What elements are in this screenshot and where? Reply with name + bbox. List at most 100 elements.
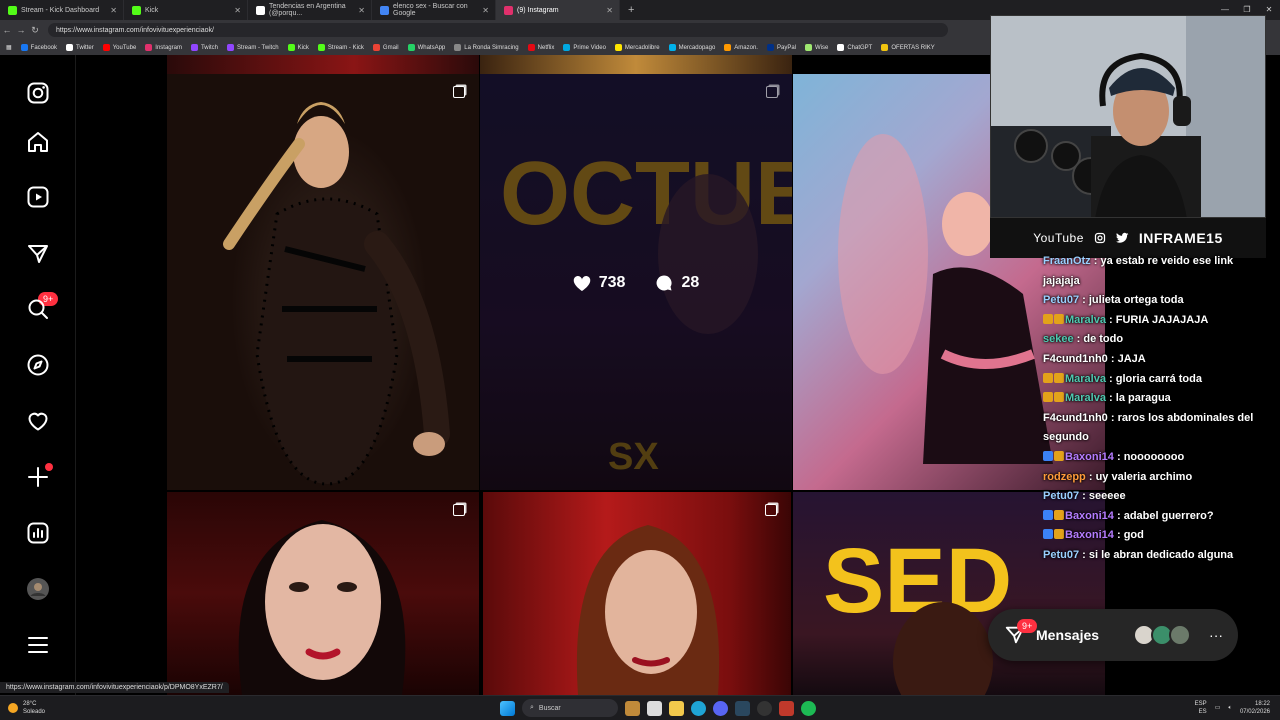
comments-stat: 28 <box>655 274 699 292</box>
address-bar[interactable]: https://www.instagram.com/infovivituexpe… <box>48 23 948 37</box>
bookmark-item[interactable]: Mercadopago <box>668 44 715 51</box>
chat-badge-icon <box>1054 529 1064 540</box>
bookmark-item[interactable]: Twitter <box>66 44 94 51</box>
home-icon[interactable] <box>24 128 52 156</box>
obs-icon[interactable] <box>757 700 772 716</box>
post-thumbnail-hovered[interactable]: OCTUBRE SX 738 28 <box>480 74 792 490</box>
chat-username[interactable]: F4cund1nh0 <box>1043 412 1108 424</box>
chat-username[interactable]: FraanOtz <box>1043 255 1091 267</box>
edge-icon[interactable] <box>691 700 706 716</box>
spotify-icon[interactable] <box>801 700 816 716</box>
reels-icon[interactable] <box>24 183 52 211</box>
screen: Stream - Kick Dashboard ✕ Kick ✕ Tendencia… <box>0 0 1280 720</box>
close-icon[interactable]: ✕ <box>234 6 241 15</box>
bookmark-favicon-icon <box>454 44 462 51</box>
discord-icon[interactable] <box>713 700 728 716</box>
bookmark-item[interactable]: Twitch <box>190 44 218 51</box>
volume-icon[interactable]: 🔈︎ <box>1228 704 1232 712</box>
bookmark-item[interactable]: Facebook <box>20 44 57 51</box>
bookmark-favicon-icon <box>66 44 74 51</box>
comment-icon <box>657 275 672 291</box>
chat-message: Baxoni14 : god <box>1043 526 1263 546</box>
chat-username[interactable]: Maralva <box>1065 392 1106 404</box>
notifications-icon[interactable] <box>24 407 52 435</box>
chat-username[interactable]: Baxoni14 <box>1065 510 1114 522</box>
bookmark-item[interactable]: PayPal <box>766 44 796 51</box>
app-icon[interactable] <box>779 700 794 716</box>
bookmark-item[interactable]: La Ronda Simracing <box>454 44 519 51</box>
tab-x-trends[interactable]: Tendencias en Argentina (@porqu... ✕ <box>248 0 372 20</box>
post-thumbnail[interactable] <box>483 492 791 695</box>
dashboard-icon[interactable] <box>24 519 52 547</box>
bookmark-item[interactable]: Amazon. <box>724 44 758 51</box>
reload-icon[interactable]: ↻ <box>28 25 42 36</box>
chat-text: god <box>1123 529 1144 542</box>
close-icon[interactable]: ✕ <box>606 6 613 15</box>
weather-widget[interactable]: 28°C Soleado <box>8 700 45 716</box>
bookmark-item[interactable]: Stream - Twitch <box>226 44 279 51</box>
network-icon[interactable]: ▭ <box>1215 704 1221 712</box>
apps-icon[interactable]: ▦ <box>6 44 12 51</box>
steam-icon[interactable] <box>735 700 750 716</box>
file-explorer-icon[interactable] <box>669 700 684 716</box>
chat-username[interactable]: Maralva <box>1065 373 1106 385</box>
post-thumbnail[interactable] <box>167 492 479 695</box>
bookmark-item[interactable]: Gmail <box>372 44 399 51</box>
chat-username[interactable]: sekee <box>1043 333 1074 345</box>
messages-button[interactable]: Mensajes ··· <box>988 609 1238 661</box>
tab-google-search[interactable]: elenco sex - Buscar con Google ✕ <box>372 0 496 20</box>
sun-icon <box>8 703 18 713</box>
bookmark-item[interactable]: Mercadolibre <box>614 44 660 51</box>
messages-label: Mensajes <box>1036 627 1100 643</box>
chat-message: Maralva : FURIA JAJAJAJA <box>1043 311 1263 331</box>
tab-instagram[interactable]: (9) Instagram ✕ <box>496 0 620 20</box>
close-icon[interactable]: ✕ <box>110 6 117 15</box>
bookmark-item[interactable]: Wise <box>805 44 828 51</box>
bookmark-item[interactable]: Prime Video <box>563 44 606 51</box>
chat-username[interactable]: Petu07 <box>1043 490 1079 502</box>
forward-icon[interactable]: → <box>14 25 28 35</box>
bookmark-item[interactable]: OFERTAS RIKY <box>881 44 935 51</box>
more-icon[interactable]: ··· <box>1209 627 1223 643</box>
windows-start-icon[interactable] <box>500 700 515 716</box>
create-icon[interactable] <box>24 463 52 491</box>
explore-icon[interactable] <box>24 351 52 379</box>
bookmark-item[interactable]: Kick <box>287 44 309 51</box>
bookmark-item[interactable]: Stream - Kick <box>317 44 364 51</box>
post-row-previous[interactable] <box>480 55 792 74</box>
profile-avatar[interactable] <box>24 575 52 603</box>
chat-username[interactable]: rodzepp <box>1043 471 1086 483</box>
bookmark-item[interactable]: WhatsApp <box>407 44 445 51</box>
chat-message: sekee : de todo <box>1043 333 1124 346</box>
bookmark-item[interactable]: ChatGPT <box>837 44 872 51</box>
x-favicon-icon <box>256 5 265 15</box>
menu-icon[interactable] <box>24 631 52 659</box>
system-tray: ESP ES ▭ 🔈︎ 18:22 07/02/2026 <box>1194 701 1270 715</box>
post-thumbnail[interactable] <box>167 74 479 490</box>
post-row-previous[interactable] <box>167 55 479 74</box>
new-tab-button[interactable]: + <box>620 4 642 16</box>
bookmark-item[interactable]: Netflix <box>527 44 554 51</box>
search-icon[interactable] <box>24 295 52 323</box>
bookmark-item[interactable]: YouTube <box>102 44 136 51</box>
instagram-logo-icon[interactable] <box>24 79 52 107</box>
task-view-icon[interactable] <box>647 700 662 716</box>
taskbar-search[interactable]: ⌕ Buscar <box>522 699 618 717</box>
chat-username[interactable]: F4cund1nh0 <box>1043 353 1108 365</box>
close-icon[interactable]: ✕ <box>482 6 489 15</box>
post-photo-woman-bodysuit <box>223 102 450 486</box>
tab-kick-dashboard[interactable]: Stream - Kick Dashboard ✕ <box>0 0 124 20</box>
chat-badge-icon <box>1054 509 1064 520</box>
bookmark-favicon-icon <box>372 44 380 51</box>
bookmark-item[interactable]: Instagram <box>145 44 182 51</box>
chat-username[interactable]: Baxoni14 <box>1065 529 1114 541</box>
chat-username[interactable]: Petu07 <box>1043 294 1079 306</box>
chat-username[interactable]: Petu07 <box>1043 549 1079 561</box>
chat-username[interactable]: Baxoni14 <box>1065 451 1114 463</box>
close-icon[interactable]: ✕ <box>358 6 365 15</box>
tab-kick[interactable]: Kick ✕ <box>124 0 248 20</box>
widgets-icon[interactable] <box>625 700 640 716</box>
back-icon[interactable]: ← <box>0 25 14 35</box>
direct-icon[interactable] <box>24 240 52 268</box>
chat-username[interactable]: Maralva <box>1065 314 1106 326</box>
